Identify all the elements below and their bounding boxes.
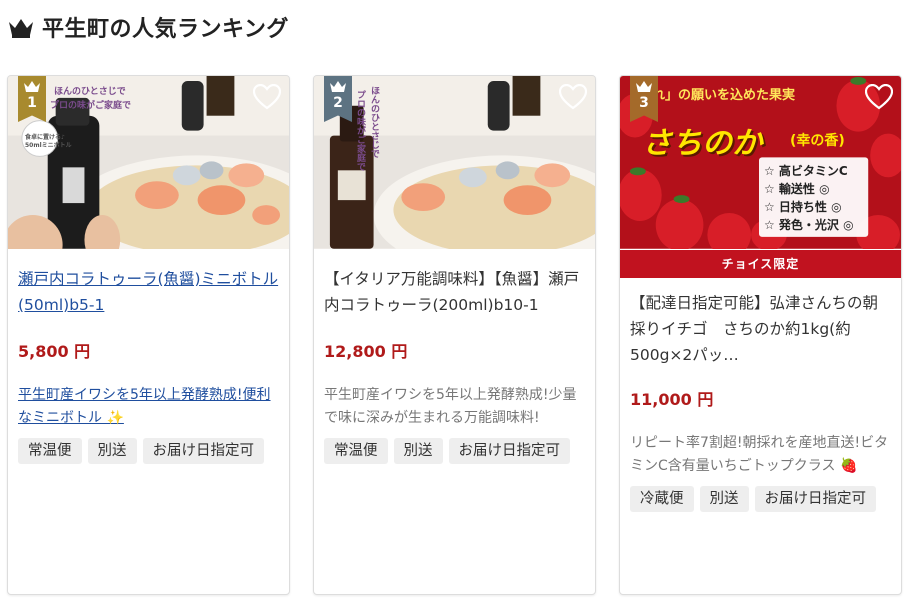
product-description: 平生町産イワシを5年以上発酵熟成!少量で味に深みが生まれる万能調味料! (324, 387, 577, 426)
tag-list: 常温便 別送 お届け日指定可 (18, 438, 279, 464)
heart-icon (252, 83, 282, 110)
image-text: (幸の香) (790, 133, 845, 149)
product-image[interactable]: ほんのひとさじで プロの味がご家庭で 2 (314, 76, 595, 250)
image-text: れ」の願いを込めた果実 (652, 88, 796, 103)
favorite-button[interactable] (558, 83, 588, 110)
tag: お届け日指定可 (142, 438, 264, 464)
image-text: ほんのひとさじで (369, 86, 379, 158)
product-image[interactable]: ほんのひとさじで プロの味がご家庭で 食卓に置ける♪ 50mlミニボトル 1 (8, 76, 289, 250)
image-text: ☆ 輸送性 ◎ (764, 182, 830, 196)
page-title: 平生町の人気ランキング (42, 17, 289, 42)
ranking-card-3[interactable]: れ」の願いを込めた果実 さちのか (幸の香) ☆ 高ビタミンC ☆ 輸送性 ◎ … (619, 75, 902, 595)
product-price: 5,800 円 (18, 342, 91, 361)
ranking-card-1[interactable]: ほんのひとさじで プロの味がご家庭で 食卓に置ける♪ 50mlミニボトル 1 瀬… (7, 75, 290, 595)
image-text: ☆ 日持ち性 ◎ (764, 200, 842, 214)
ranking-header: 平生町の人気ランキング (8, 10, 289, 44)
crown-icon (9, 19, 33, 38)
product-image[interactable]: れ」の願いを込めた果実 さちのか (幸の香) ☆ 高ビタミンC ☆ 輸送性 ◎ … (620, 76, 901, 250)
image-text: プロの味がご家庭で (355, 90, 365, 171)
rank-badge: 1 (18, 76, 46, 122)
product-title-link[interactable]: 【配達日指定可能】弘津さんちの朝採りイチゴ さちのか約1kg(約500g×2パッ… (630, 290, 891, 368)
product-description: リピート率7割超!朝採れを産地直送!ビタミンC含有量いちごトップクラス 🍓 (630, 435, 889, 474)
product-description-link[interactable]: 平生町産イワシを5年以上発酵熟成!便利なミニボトル ✨ (18, 384, 279, 430)
product-title-link[interactable]: 【イタリア万能調味料】【魚醤】瀬戸内コラトゥーラ(200ml)b10-1 (324, 266, 585, 318)
product-price: 11,000 円 (630, 390, 714, 409)
product-title-link[interactable]: 瀬戸内コラトゥーラ(魚醤)ミニボトル(50ml)b5-1 (18, 266, 279, 318)
image-text: ほんのひとさじで (54, 87, 126, 97)
heart-icon (558, 83, 588, 110)
tag: 常温便 (18, 438, 82, 464)
ranking-card-2[interactable]: ほんのひとさじで プロの味がご家庭で 2 【イタリア万能調味料】【魚醤】瀬戸内コ… (313, 75, 596, 595)
choice-limited-badge: チョイス限定 (620, 250, 901, 278)
tag: お届け日指定可 (448, 438, 570, 464)
crown-icon (330, 81, 346, 92)
image-text: さちのか (642, 126, 762, 161)
tag: 別送 (393, 438, 443, 464)
tag: 別送 (87, 438, 137, 464)
image-text: ☆ 発色・光沢 ◎ (764, 218, 854, 232)
favorite-button[interactable] (252, 83, 282, 110)
heart-icon (864, 83, 894, 110)
crown-icon (636, 81, 652, 92)
tag: 別送 (699, 486, 749, 512)
favorite-button[interactable] (864, 83, 894, 110)
image-text: プロの味がご家庭で (50, 101, 132, 111)
rank-badge: 2 (324, 76, 352, 122)
tag: 冷蔵便 (630, 486, 694, 512)
crown-icon (24, 81, 40, 92)
tag: お届け日指定可 (754, 486, 876, 512)
image-text: ☆ 高ビタミンC (764, 164, 848, 178)
tag: 常温便 (324, 438, 388, 464)
product-price: 12,800 円 (324, 342, 408, 361)
tag-list: 冷蔵便 別送 お届け日指定可 (630, 486, 891, 512)
rank-badge: 3 (630, 76, 658, 122)
tag-list: 常温便 別送 お届け日指定可 (324, 438, 585, 464)
image-text: 50mlミニボトル (25, 142, 72, 149)
